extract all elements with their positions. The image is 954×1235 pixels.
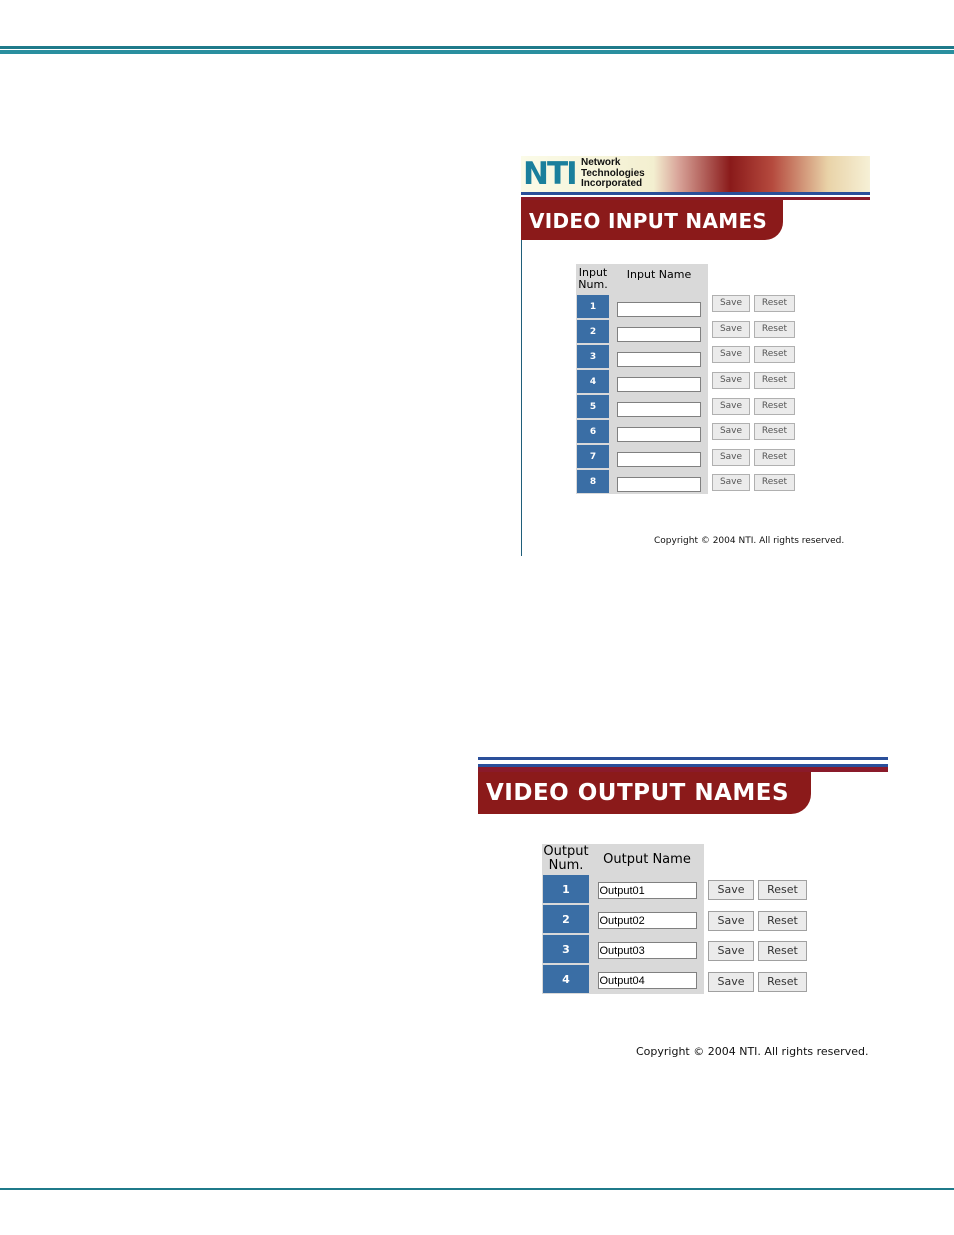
save-button[interactable]: Save	[712, 398, 750, 415]
reset-button[interactable]: Reset	[754, 449, 795, 466]
page-title: VIDEO OUTPUT NAMES	[486, 780, 790, 806]
reset-button[interactable]: Reset	[754, 346, 795, 363]
input-name-field[interactable]	[617, 401, 701, 417]
frame-edge	[521, 200, 522, 556]
table-row: 4	[542, 964, 704, 994]
table-row: 1	[542, 874, 704, 904]
nti-banner: NTI Network Technologies Incorporated	[521, 156, 870, 192]
page-top-rule	[0, 46, 954, 49]
column-header-name: Input Name	[610, 264, 708, 294]
input-name-field[interactable]	[617, 426, 701, 442]
row-number: 1	[576, 294, 610, 319]
copyright: Copyright © 2004 NTI. All rights reserve…	[636, 1045, 869, 1058]
reset-button[interactable]: Reset	[758, 880, 807, 900]
row-number: 6	[576, 419, 610, 444]
output-name-field[interactable]	[597, 972, 697, 990]
company-line: Incorporated	[581, 178, 643, 189]
reset-button[interactable]: Reset	[758, 911, 807, 931]
output-name-field[interactable]	[597, 912, 697, 930]
output-name-field[interactable]	[597, 942, 697, 960]
save-button[interactable]: Save	[708, 880, 754, 900]
page-title: VIDEO INPUT NAMES	[529, 209, 768, 233]
input-name-field[interactable]	[617, 376, 701, 392]
row-number: 3	[576, 344, 610, 369]
page-bottom-rule	[0, 1188, 954, 1190]
video-output-names-screenshot: VIDEO OUTPUT NAMES Output Num. Output Na…	[478, 757, 888, 1067]
company-name: Network Technologies Incorporated	[581, 157, 645, 190]
video-input-names-screenshot: NTI Network Technologies Incorporated VI…	[521, 156, 870, 556]
table-row: 8	[576, 469, 708, 494]
nti-logo: NTI	[523, 156, 578, 192]
column-header-name: Output Name	[590, 844, 704, 874]
save-button[interactable]: Save	[708, 911, 754, 931]
reset-button[interactable]: Reset	[754, 295, 795, 312]
company-line: Network	[581, 157, 621, 168]
reset-button[interactable]: Reset	[758, 972, 807, 992]
input-name-field[interactable]	[617, 476, 701, 492]
page-top-rule-secondary	[0, 50, 954, 54]
input-name-field[interactable]	[617, 351, 701, 367]
save-button[interactable]: Save	[712, 474, 750, 491]
save-button[interactable]: Save	[712, 321, 750, 338]
save-button[interactable]: Save	[712, 295, 750, 312]
reset-button[interactable]: Reset	[754, 398, 795, 415]
input-name-field[interactable]	[617, 326, 701, 342]
save-button[interactable]: Save	[712, 372, 750, 389]
reset-button[interactable]: Reset	[754, 372, 795, 389]
input-name-field[interactable]	[617, 451, 701, 467]
row-number: 7	[576, 444, 610, 469]
reset-button[interactable]: Reset	[754, 474, 795, 491]
table-row: 7	[576, 444, 708, 469]
table-row: 2	[542, 904, 704, 934]
row-number: 2	[542, 904, 590, 934]
save-button[interactable]: Save	[708, 941, 754, 961]
table-row: 3	[542, 934, 704, 964]
input-names-table: Input Num. Input Name 1 2 3 4 5 6 7 8	[576, 264, 708, 494]
table-row: 2	[576, 319, 708, 344]
column-header-num: Input Num.	[576, 264, 610, 294]
table-row: 4	[576, 369, 708, 394]
reset-button[interactable]: Reset	[754, 423, 795, 440]
row-number: 4	[576, 369, 610, 394]
page-title-bar: VIDEO OUTPUT NAMES	[478, 772, 811, 814]
output-name-field[interactable]	[597, 882, 697, 900]
reset-button[interactable]: Reset	[754, 321, 795, 338]
input-name-field[interactable]	[617, 301, 701, 317]
table-row: 3	[576, 344, 708, 369]
row-number: 4	[542, 964, 590, 994]
page-title-bar: VIDEO INPUT NAMES	[521, 200, 783, 240]
table-row: 5	[576, 394, 708, 419]
reset-button[interactable]: Reset	[758, 941, 807, 961]
row-number: 8	[576, 469, 610, 494]
save-button[interactable]: Save	[712, 346, 750, 363]
copyright: Copyright © 2004 NTI. All rights reserve…	[654, 536, 845, 546]
column-header-num: Output Num.	[542, 844, 590, 874]
save-button[interactable]: Save	[712, 423, 750, 440]
row-number: 3	[542, 934, 590, 964]
table-row: 6	[576, 419, 708, 444]
save-button[interactable]: Save	[708, 972, 754, 992]
output-names-table: Output Num. Output Name 1 2 3 4	[542, 844, 704, 994]
row-number: 2	[576, 319, 610, 344]
row-number: 1	[542, 874, 590, 904]
row-number: 5	[576, 394, 610, 419]
save-button[interactable]: Save	[712, 449, 750, 466]
table-row: 1	[576, 294, 708, 319]
